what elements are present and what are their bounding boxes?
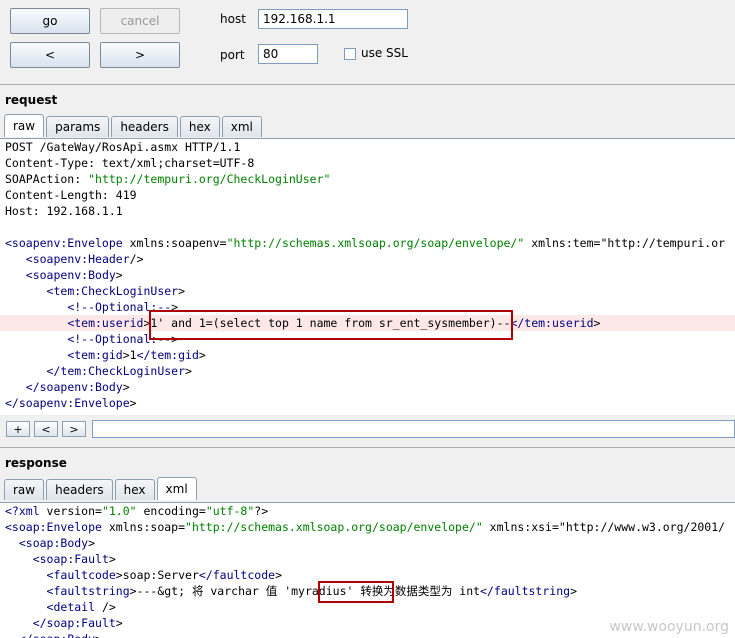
toolbar-divider [0, 84, 735, 85]
response-line: <soap:Envelope xmlns:soap="http://schema… [5, 520, 726, 534]
request-line: </soapenv:Envelope> [5, 396, 137, 410]
response-tabbar: raw headers hex xml [4, 477, 199, 501]
port-label: port [220, 48, 245, 62]
response-tab-headers[interactable]: headers [46, 479, 113, 500]
add-button[interactable]: + [6, 421, 30, 437]
cancel-button[interactable]: cancel [100, 8, 180, 34]
response-tab-hex[interactable]: hex [114, 479, 155, 500]
request-title: request [5, 93, 58, 107]
request-line: <soapenv:Envelope xmlns:soapenv="http://… [5, 236, 726, 250]
injection-highlight-box [149, 310, 513, 340]
use-ssl-label: use SSL [361, 46, 408, 60]
request-line [0, 219, 735, 235]
response-line: <soap:Fault> [32, 552, 116, 566]
response-line: <soap:Body> [18, 536, 96, 550]
next-button[interactable]: > [62, 421, 86, 437]
request-line: Content-Length: 419 [5, 188, 137, 202]
request-line: SOAPAction: "http://tempuri.org/CheckLog… [5, 172, 331, 186]
request-tabbar: raw params headers hex xml [4, 114, 264, 138]
request-tab-xml[interactable]: xml [221, 116, 262, 137]
request-line: <soapenv:Header/> [25, 252, 144, 266]
request-editor[interactable]: POST /GateWay/RosApi.asmx HTTP/1.1 Conten… [0, 138, 735, 415]
request-line: <tem:CheckLoginUser> [46, 284, 186, 298]
search-input[interactable] [92, 420, 735, 438]
request-line: <tem:gid>1</tem:gid> [67, 348, 206, 362]
request-tab-hex[interactable]: hex [179, 116, 220, 137]
request-tab-params[interactable]: params [46, 116, 110, 137]
response-line: <?xml version="1.0" encoding="utf-8"?> [5, 504, 269, 518]
prev-button[interactable]: < [34, 421, 58, 437]
watermark: www.wooyun.org [609, 619, 729, 635]
port-input[interactable]: 80 [258, 44, 318, 64]
request-tab-raw[interactable]: raw [4, 114, 45, 137]
back-button[interactable]: < [10, 42, 90, 68]
go-button[interactable]: go [10, 8, 90, 34]
request-line: Content-Type: text/xml;charset=UTF-8 [5, 156, 255, 170]
response-tab-xml[interactable]: xml [156, 477, 197, 500]
request-line: </soapenv:Body> [25, 380, 130, 394]
request-line: Host: 192.168.1.1 [5, 204, 123, 218]
host-input[interactable]: 192.168.1.1 [258, 9, 408, 29]
response-tab-raw[interactable]: raw [4, 479, 45, 500]
request-line: POST /GateWay/RosApi.asmx HTTP/1.1 [5, 140, 241, 154]
host-label: host [220, 12, 246, 26]
response-title: response [5, 456, 67, 470]
result-highlight-box [318, 581, 394, 603]
use-ssl-checkbox[interactable] [344, 48, 356, 60]
request-line: </tem:CheckLoginUser> [46, 364, 192, 378]
request-tab-headers[interactable]: headers [111, 116, 178, 137]
panel-divider [0, 447, 735, 448]
request-line: <soapenv:Body> [25, 268, 123, 282]
response-editor[interactable]: <?xml version="1.0" encoding="utf-8"?> <s… [0, 502, 735, 638]
forward-button[interactable]: > [100, 42, 180, 68]
